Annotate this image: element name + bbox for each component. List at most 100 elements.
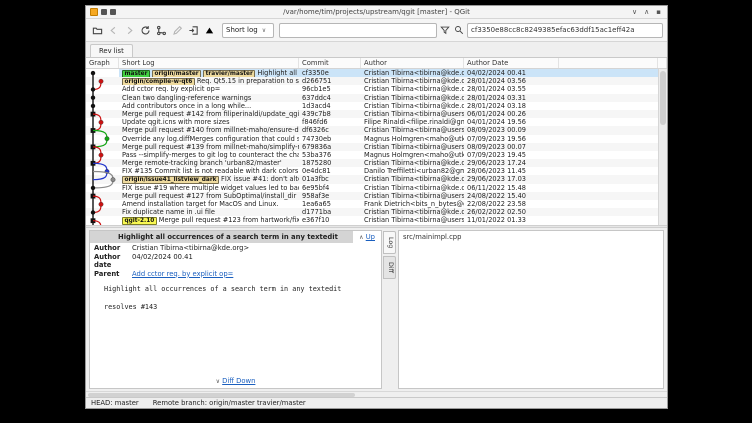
detail-field-label: Author [94,244,132,253]
table-row[interactable]: origin/compile-w-qt6Req. Qt5.15 in prepa… [86,77,667,85]
short-log-cell: FIX #135 Commit list is not readable wit… [119,167,299,175]
table-row[interactable]: Merge remote-tracking branch 'urban82/ma… [86,159,667,167]
date-cell: 28/06/2023 11.45 [464,167,559,175]
file-pane: src/mainimpl.cpp [398,230,664,389]
graph-cell [86,118,119,126]
short-log-cell: Merge remote-tracking branch 'urban82/ma… [119,159,299,167]
date-cell: 28/01/2024 03.55 [464,85,559,93]
table-row[interactable]: FIX issue #19 where multiple widget valu… [86,184,667,192]
table-row[interactable]: Pass --simplify-merges to git log to cou… [86,151,667,159]
filler-cell [559,184,667,192]
detail-field-value: 04/02/2024 00.41 [132,253,193,270]
table-row[interactable]: Merge pull request #140 from millnet-mah… [86,126,667,134]
diff-down-link[interactable]: Diff Down [222,377,255,385]
author-cell: Cristian Tibirna<tibirna@users.not... [361,143,464,151]
refresh-icon[interactable] [138,23,152,37]
short-log-cell: Fix duplicate name in .ui file [119,208,299,216]
head-badge: master [122,70,150,78]
forward-icon[interactable] [122,23,136,37]
table-row[interactable]: Add contributors once in a long while...… [86,102,667,110]
table-row[interactable]: Merge pull request #127 from SubOptimal/… [86,192,667,200]
column-header-graph[interactable]: Graph [86,58,119,68]
column-header-commit[interactable]: Commit [299,58,361,68]
date-cell: 11/01/2022 01.33 [464,216,559,224]
save-icon[interactable] [202,23,216,37]
table-row[interactable]: Override any log.diffMerges configuratio… [86,135,667,143]
filler-cell [559,151,667,159]
short-log-cell: origin/compile-w-qt6Req. Qt5.15 in prepa… [119,77,299,85]
back-icon[interactable] [106,23,120,37]
short-log-cell: Amend installation target for MacOS and … [119,200,299,208]
vertical-scrollbar-thumb[interactable] [660,71,666,125]
commit-cell: cf3350e [299,69,361,77]
minimize-button[interactable]: ∨ [632,8,637,16]
ref-badge: origin/compile-w-qt6 [122,78,195,86]
ref-badge: origin/master [152,70,201,78]
author-cell: Cristian Tibirna<tibirna@users.not... [361,126,464,134]
tab-rev-list[interactable]: Rev list [90,44,133,57]
column-header-author[interactable]: Author [361,58,464,68]
date-cell: 07/09/2023 19.45 [464,151,559,159]
table-row[interactable]: origin/issue41_listview_darkFIX issue #4… [86,175,667,183]
vertical-scrollbar[interactable] [658,69,667,225]
maximize-button[interactable]: ∧ [644,8,649,16]
filler-cell [559,208,667,216]
commit-detail-fields: AuthorCristian Tibirna<tibirna@kde.org> A… [90,243,381,279]
table-row[interactable]: masterorigin/mastertravier/masterHighlig… [86,69,667,77]
commit-cell: 74730eb [299,135,361,143]
titlebar[interactable]: /var/home/tim/projects/upstream/qgit [ma… [86,6,667,19]
commit-cell: d1771ba [299,208,361,216]
search-input[interactable] [279,23,437,38]
filler-cell [559,192,667,200]
column-header-author-date[interactable]: Author Date [464,58,559,68]
side-tab-log[interactable]: Log [383,231,396,254]
file-label[interactable]: src/mainimpl.cpp [403,233,461,241]
statusbar: HEAD: master Remote branch: origin/maste… [86,397,667,408]
parent-commit-link[interactable]: Add cctor req. by explicit op= [132,270,233,279]
date-cell: 04/01/2024 19.56 [464,118,559,126]
short-log-cell: Override any log.diffMerges configuratio… [119,135,299,143]
date-cell: 28/01/2024 03.31 [464,94,559,102]
column-header-short-log[interactable]: Short Log [119,58,299,68]
up-link[interactable]: Up [366,233,375,241]
filter-icon[interactable] [439,24,451,36]
table-row[interactable]: qgit-2.10Merge pull request #123 from ha… [86,216,667,224]
search-icon[interactable] [453,24,465,36]
side-tab-diff[interactable]: Diff [383,256,396,279]
table-row[interactable]: Add cctor req. by explicit op=96cb1e5Cri… [86,85,667,93]
commit-detail-title: Highlight all occurrences of a search te… [90,231,353,243]
branch-view-icon[interactable] [154,23,168,37]
short-log-cell: Clean two dangling-reference warnings [119,94,299,102]
checkout-icon[interactable] [186,23,200,37]
short-log-cell: Add cctor req. by explicit op= [119,85,299,93]
horizontal-scrollbar-thumb[interactable] [88,393,355,397]
sha-input[interactable]: cf3350e88cc8c8249385efac63ddf15ac1eff42a [467,23,663,38]
titlebar-mini-icon-1 [101,9,107,15]
date-cell: 04/02/2024 00.41 [464,69,559,77]
short-log-cell: FIX issue #19 where multiple widget valu… [119,184,299,192]
detail-field-value: Cristian Tibirna<tibirna@kde.org> [132,244,249,253]
tabstrip: Rev list [86,42,667,58]
close-button[interactable]: ▪ [656,8,661,16]
filler-cell [559,167,667,175]
graph-cell [86,94,119,102]
author-cell: Cristian Tibirna<tibirna@kde.org> [361,77,464,85]
open-icon[interactable] [90,23,104,37]
author-cell: Cristian Tibirna<tibirna@kde.org> [361,85,464,93]
table-row[interactable]: Amend installation target for MacOS and … [86,200,667,208]
table-row[interactable]: Merge pull request #142 from filiperinal… [86,110,667,118]
table-row[interactable]: Clean two dangling-reference warnings637… [86,94,667,102]
filler-cell [559,77,667,85]
author-cell: Cristian Tibirna<tibirna@users.not... [361,110,464,118]
table-row[interactable]: Update qgit.icns with more sizesf846fd6F… [86,118,667,126]
horizontal-scrollbar[interactable] [86,391,667,397]
view-mode-select[interactable]: Short log ∨ [222,23,274,38]
graph-cell [86,151,119,159]
short-log-cell: masterorigin/mastertravier/masterHighlig… [119,69,299,77]
table-row[interactable]: Merge pull request #139 from millnet-mah… [86,143,667,151]
table-row[interactable]: FIX #135 Commit list is not readable wit… [86,167,667,175]
short-log-cell: Merge pull request #139 from millnet-mah… [119,143,299,151]
commit-cell: 01a3fbc [299,175,361,183]
table-row[interactable]: Fix duplicate name in .ui filed1771baCri… [86,208,667,216]
edit-icon[interactable] [170,23,184,37]
